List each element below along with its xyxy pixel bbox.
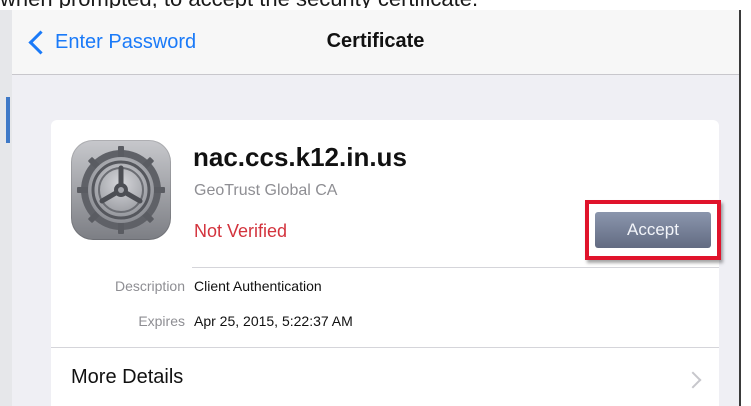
divider xyxy=(192,267,719,268)
accept-highlight-box: Accept xyxy=(585,200,721,260)
detail-value: Apr 25, 2015, 5:22:37 AM xyxy=(194,313,353,329)
cropped-instruction-text: when prompted, to accept the security ce… xyxy=(0,0,751,8)
background-accent xyxy=(6,97,10,143)
detail-row-expires: Expires Apr 25, 2015, 5:22:37 AM xyxy=(51,313,719,339)
verification-status: Not Verified xyxy=(194,221,288,241)
device-screen: Enter Password Certificate nac.ccs.k12.i… xyxy=(12,10,739,406)
certificate-host: nac.ccs.k12.in.us xyxy=(193,142,407,172)
detail-row-description: Description Client Authentication xyxy=(51,278,719,304)
more-details-row[interactable]: More Details xyxy=(51,348,719,402)
certificate-issuer: GeoTrust Global CA xyxy=(194,182,338,199)
detail-label: Description xyxy=(114,278,185,294)
accept-button[interactable]: Accept xyxy=(595,212,711,248)
navigation-bar: Enter Password Certificate xyxy=(12,10,739,75)
certificate-card: nac.ccs.k12.in.us GeoTrust Global CA Not… xyxy=(51,120,721,406)
more-details-label: More Details xyxy=(71,366,184,388)
detail-value: Client Authentication xyxy=(194,278,322,294)
settings-gear-icon xyxy=(71,140,171,240)
page-title: Certificate xyxy=(326,30,425,52)
window-edge xyxy=(739,10,751,406)
detail-label: Expires xyxy=(138,313,185,329)
chevron-right-icon xyxy=(684,371,702,389)
